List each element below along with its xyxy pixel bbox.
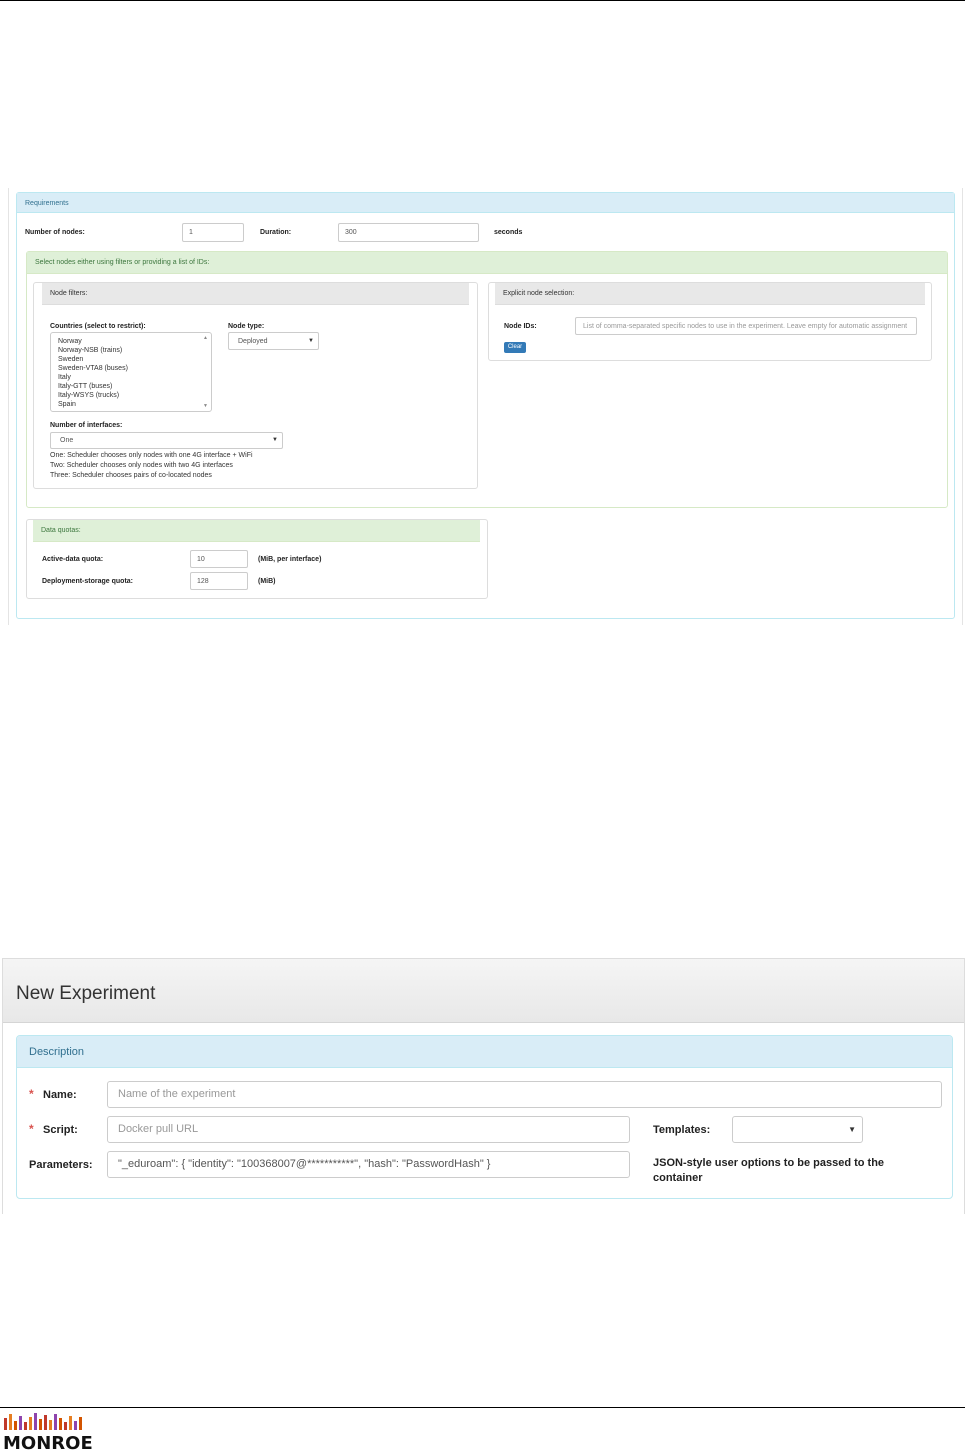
scroll-up-icon[interactable]: ▲: [203, 335, 208, 341]
interfaces-help-three: Three: Scheduler chooses pairs of co-loc…: [50, 472, 212, 479]
country-option[interactable]: Sweden: [51, 355, 211, 364]
storage-quota-input[interactable]: 128: [190, 572, 248, 590]
script-input[interactable]: Docker pull URL: [107, 1116, 630, 1143]
interfaces-help-two: Two: Scheduler chooses only nodes with t…: [50, 462, 233, 469]
duration-unit: seconds: [494, 229, 523, 236]
nodes-label: Number of nodes:: [25, 229, 85, 236]
requirements-heading: Requirements: [25, 200, 69, 207]
active-data-label: Active-data quota:: [42, 556, 104, 563]
node-filters-panel: Node filters: Countries (select to restr…: [33, 282, 478, 489]
interfaces-label: Number of interfaces:: [50, 422, 123, 429]
active-data-input[interactable]: 10: [190, 550, 248, 568]
data-quotas-heading: Data quotas:: [41, 527, 81, 534]
select-nodes-heading-bar: Select nodes either using filters or pro…: [27, 252, 947, 274]
parameters-input[interactable]: "_eduroam": { "identity": "100368007@***…: [107, 1151, 630, 1178]
templates-select[interactable]: ▼: [732, 1116, 863, 1143]
required-icon: *: [29, 1122, 34, 1136]
parameters-hint: JSON-style user options to be passed to …: [653, 1157, 885, 1184]
clear-button[interactable]: Clear: [504, 342, 526, 353]
name-input[interactable]: Name of the experiment: [107, 1081, 942, 1108]
country-option[interactable]: Norway-NSB (trains): [51, 346, 211, 355]
active-data-unit: (MiB, per interface): [258, 556, 322, 563]
new-experiment-screenshot: New Experiment Description * Name: Name …: [2, 958, 965, 1214]
interfaces-help-one: One: Scheduler chooses only nodes with o…: [50, 452, 253, 459]
select-nodes-panel: Select nodes either using filters or pro…: [26, 251, 948, 508]
chevron-down-icon: ▼: [308, 338, 314, 344]
page-header: New Experiment: [3, 959, 964, 1023]
data-quotas-panel: Data quotas: Active-data quota: 10 (MiB,…: [26, 519, 488, 599]
footer-rule: [0, 1407, 965, 1408]
requirements-heading-bar: Requirements: [17, 193, 954, 213]
node-ids-input[interactable]: List of comma-separated specific nodes t…: [575, 317, 917, 335]
logo-bars: [4, 1413, 82, 1430]
description-heading: Description: [29, 1046, 85, 1058]
country-option[interactable]: Italy-WSYS (trucks): [51, 391, 211, 400]
storage-quota-unit: (MiB): [258, 578, 276, 585]
country-option[interactable]: Spain: [51, 400, 211, 409]
select-nodes-heading: Select nodes either using filters or pro…: [35, 259, 210, 266]
country-option[interactable]: Italy: [51, 373, 211, 382]
node-type-label: Node type:: [228, 323, 265, 330]
description-panel: Description * Name: Name of the experime…: [16, 1035, 953, 1199]
country-option[interactable]: Sweden-VTA8 (buses): [51, 364, 211, 373]
node-type-select[interactable]: Deployed ▼: [228, 332, 319, 350]
storage-quota-label: Deployment-storage quota:: [42, 578, 134, 585]
country-option[interactable]: Norway: [51, 337, 211, 346]
duration-input[interactable]: 300: [338, 223, 479, 242]
data-quotas-heading-bar: Data quotas:: [33, 520, 480, 542]
chevron-down-icon: ▼: [272, 437, 278, 443]
name-label: Name:: [43, 1089, 77, 1101]
node-filters-heading-bar: Node filters:: [42, 283, 469, 305]
parameters-label: Parameters:: [29, 1159, 93, 1171]
required-icon: *: [29, 1087, 34, 1101]
explicit-selection-heading: Explicit node selection:: [503, 290, 575, 297]
nodes-input[interactable]: 1: [182, 223, 244, 242]
description-heading-bar: Description: [17, 1036, 952, 1068]
duration-label: Duration:: [260, 229, 292, 236]
script-label: Script:: [43, 1124, 78, 1136]
chevron-down-icon: ▼: [848, 1125, 856, 1134]
node-ids-label: Node IDs:: [504, 323, 537, 330]
requirements-panel: Requirements Number of nodes: 1 Duration…: [16, 192, 955, 619]
monroe-logo: MONROE: [3, 1413, 92, 1452]
top-rule: [0, 0, 965, 1]
logo-text: MONROE: [3, 1433, 92, 1452]
scroll-down-icon[interactable]: ▼: [203, 403, 208, 409]
page-title: New Experiment: [16, 983, 156, 1004]
node-filters-heading: Node filters:: [50, 290, 88, 297]
interfaces-select[interactable]: One ▼: [50, 432, 283, 449]
explicit-selection-panel: Explicit node selection: Node IDs: List …: [488, 282, 932, 361]
explicit-selection-heading-bar: Explicit node selection:: [495, 283, 925, 305]
templates-label: Templates:: [653, 1124, 711, 1136]
countries-label: Countries (select to restrict):: [50, 323, 146, 330]
countries-listbox[interactable]: Norway Norway-NSB (trains) Sweden Sweden…: [50, 332, 212, 412]
requirements-screenshot: Requirements Number of nodes: 1 Duration…: [8, 188, 963, 625]
country-option[interactable]: Italy-GTT (buses): [51, 382, 211, 391]
